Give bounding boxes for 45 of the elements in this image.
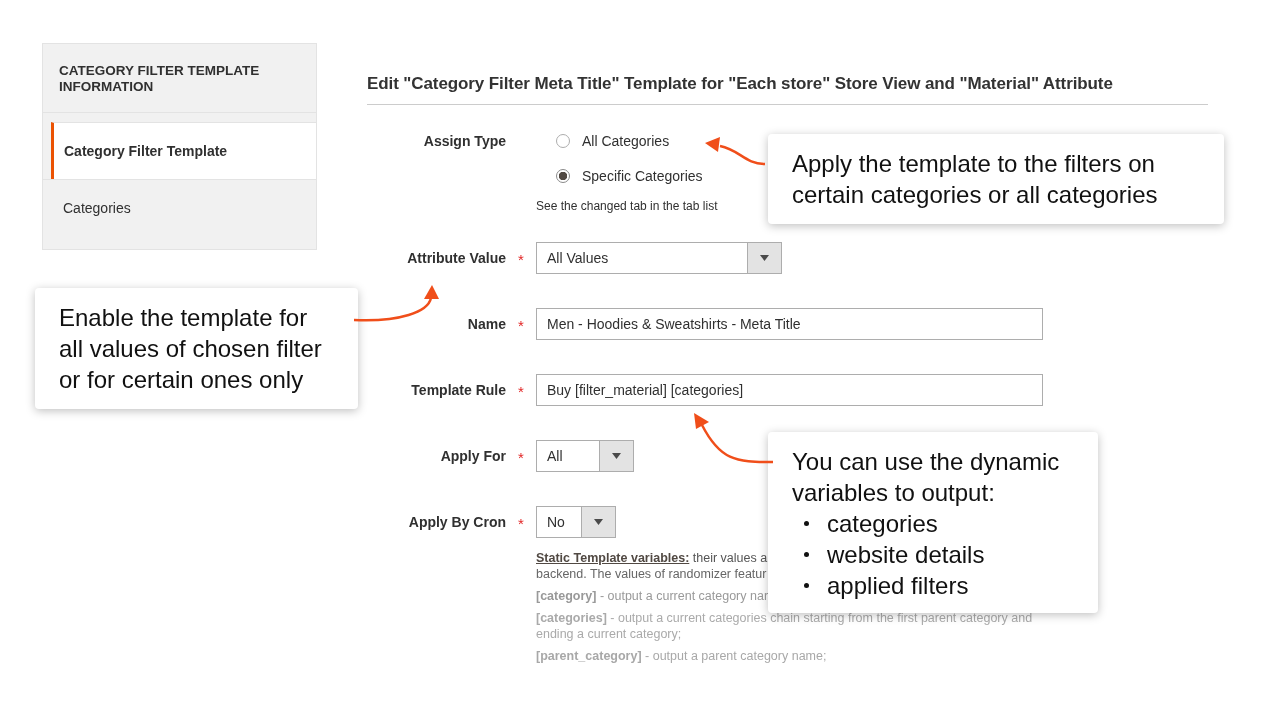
help-text: [parent_category] - output a parent category name; bbox=[536, 648, 828, 664]
field-label: Apply For bbox=[439, 447, 506, 466]
radio-button[interactable] bbox=[556, 134, 570, 148]
callout-list-item: categories bbox=[827, 509, 938, 539]
input-field[interactable]: Buy [filter_material] [categories] bbox=[536, 374, 1043, 406]
radio-label[interactable]: All Categories bbox=[582, 133, 670, 149]
input-field[interactable]: Men - Hoodies & Sweatshirts - Meta Title bbox=[536, 308, 1043, 340]
caret-icon bbox=[760, 255, 769, 261]
field-label: Template Rule bbox=[410, 381, 506, 400]
field-label: Attribute Value bbox=[406, 249, 506, 268]
required-mark: * bbox=[518, 383, 524, 400]
field-label: Assign Type bbox=[422, 132, 506, 151]
bullet-icon bbox=[804, 552, 809, 557]
radio-button[interactable] bbox=[556, 169, 570, 183]
help-text: backend. The values of randomizer featur bbox=[536, 566, 768, 582]
callout-list-item: applied filters bbox=[827, 571, 969, 601]
callout-list-item: website details bbox=[827, 540, 985, 570]
required-mark: * bbox=[518, 515, 524, 532]
callout-text: Enable the template for all values of chosen filter or for certain ones only bbox=[59, 303, 323, 395]
select-dropdown[interactable]: No bbox=[536, 506, 616, 538]
required-mark: * bbox=[518, 449, 524, 466]
help-term: Static Template variables: bbox=[536, 551, 690, 565]
field-note: See the changed tab in the tab list bbox=[536, 199, 719, 213]
callout-text: You can use the dynamic variables to output: bbox=[792, 447, 1061, 508]
field-label: Apply By Cron bbox=[407, 513, 506, 532]
callout-text: Apply the template to the filters on certain categories or all categories bbox=[792, 149, 1159, 210]
arrow-icon bbox=[705, 137, 766, 166]
bullet-icon bbox=[804, 521, 809, 526]
caret-icon bbox=[594, 519, 603, 525]
arrow-icon bbox=[694, 413, 773, 464]
sidebar-title: CATEGORY FILTER TEMPLATE INFORMATION bbox=[43, 44, 316, 113]
help-text: [categories] - output a current categories chain starting from the first parent category and ending a current category; bbox=[536, 610, 1034, 642]
help-text: their values a bbox=[692, 551, 768, 565]
required-mark: * bbox=[518, 251, 524, 268]
bullet-icon bbox=[804, 583, 809, 588]
select-dropdown[interactable]: All Values bbox=[536, 242, 782, 274]
arrow-icon bbox=[353, 285, 439, 322]
required-mark: * bbox=[518, 317, 524, 334]
caret-icon bbox=[612, 453, 621, 459]
sidebar-tab[interactable]: Category Filter Template bbox=[51, 122, 316, 179]
page-heading: Edit "Category Filter Meta Title" Template for "Each store" Store View and "Material" Attribute bbox=[367, 74, 1208, 105]
sidebar-tab[interactable]: Categories bbox=[43, 179, 316, 249]
select-dropdown[interactable]: All bbox=[536, 440, 634, 472]
radio-label[interactable]: Specific Categories bbox=[582, 168, 703, 184]
field-label: Name bbox=[466, 315, 506, 334]
